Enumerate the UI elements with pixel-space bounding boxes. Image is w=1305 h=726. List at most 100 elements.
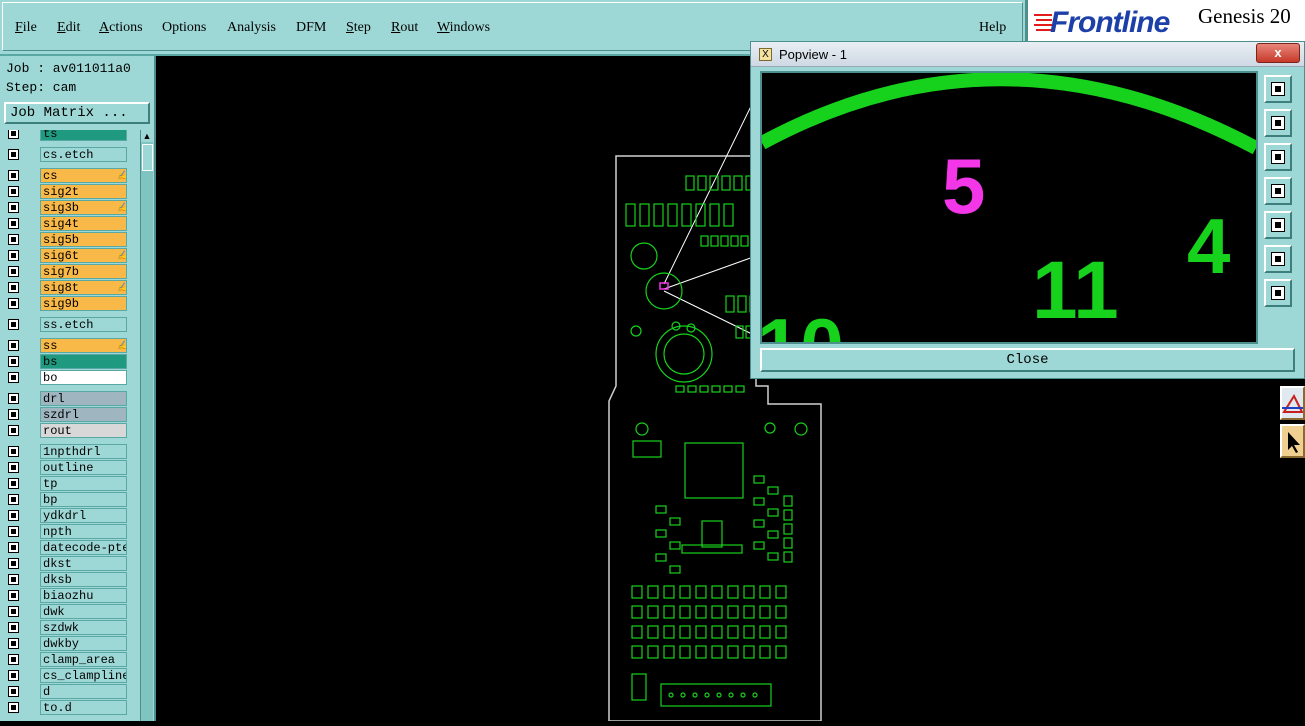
- layer-row-biaozhu[interactable]: biaozhu: [4, 588, 138, 603]
- layer-checkbox[interactable]: [8, 282, 19, 293]
- layer-row-outline[interactable]: outline: [4, 460, 138, 475]
- menu-file[interactable]: File: [15, 20, 37, 36]
- layer-name[interactable]: clamp_area: [40, 652, 127, 667]
- layer-name[interactable]: dkst: [40, 556, 127, 571]
- layer-row-d[interactable]: d: [4, 684, 138, 699]
- layer-name[interactable]: sig5b: [40, 232, 127, 247]
- layer-name[interactable]: sig4t: [40, 216, 127, 231]
- move-right-icon[interactable]: [1264, 211, 1292, 239]
- layer-row-sig7b[interactable]: sig7b: [4, 264, 138, 279]
- layer-row-rout[interactable]: rout: [4, 423, 138, 438]
- layer-row-sig5b[interactable]: sig5b: [4, 232, 138, 247]
- layer-row-sig6t[interactable]: sig6t✍: [4, 248, 138, 263]
- move-down-icon[interactable]: [1264, 143, 1292, 171]
- layer-name[interactable]: sig7b: [40, 264, 127, 279]
- layer-name[interactable]: sig2t: [40, 184, 127, 199]
- layer-row-npth[interactable]: npth: [4, 524, 138, 539]
- layer-name[interactable]: bs: [40, 354, 127, 369]
- menu-options[interactable]: Options: [162, 20, 206, 36]
- layer-name[interactable]: datecode-pte: [40, 540, 127, 555]
- layer-checkbox[interactable]: [8, 149, 19, 160]
- layer-name[interactable]: 1npthdrl: [40, 444, 127, 459]
- menu-edit[interactable]: Edit: [57, 20, 80, 36]
- zoom-icon[interactable]: [1264, 75, 1292, 103]
- layer-row-szdrl[interactable]: szdrl: [4, 407, 138, 422]
- menu-help[interactable]: Help: [979, 20, 1006, 36]
- layer-row-ts[interactable]: ts: [4, 130, 138, 141]
- popview-view[interactable]: 5 11 4 10: [760, 71, 1258, 344]
- layer-row-clamp-area[interactable]: clamp_area: [4, 652, 138, 667]
- layer-row-bp[interactable]: bp: [4, 492, 138, 507]
- layer-checkbox[interactable]: [8, 702, 19, 713]
- layer-row-sig3b[interactable]: sig3b✍: [4, 200, 138, 215]
- layer-row-ss[interactable]: ss✍: [4, 338, 138, 353]
- layer-checkbox[interactable]: [8, 542, 19, 553]
- layer-checkbox[interactable]: [8, 186, 19, 197]
- layer-name[interactable]: sig3b✍: [40, 200, 127, 215]
- menu-analysis[interactable]: Analysis: [227, 20, 276, 36]
- layer-checkbox[interactable]: [8, 686, 19, 697]
- layer-name[interactable]: cs_clamplines: [40, 668, 127, 683]
- layer-name[interactable]: tp: [40, 476, 127, 491]
- layer-checkbox[interactable]: [8, 356, 19, 367]
- layer-row-datecode-pte[interactable]: datecode-pte: [4, 540, 138, 555]
- layer-name[interactable]: ss.etch: [40, 317, 127, 332]
- layer-name[interactable]: bo: [40, 370, 127, 385]
- move-left-icon[interactable]: [1264, 177, 1292, 205]
- layer-name[interactable]: dwk: [40, 604, 127, 619]
- layer-checkbox[interactable]: [8, 558, 19, 569]
- move-up-icon[interactable]: [1264, 109, 1292, 137]
- layer-checkbox[interactable]: [8, 372, 19, 383]
- window-close-button[interactable]: x: [1256, 43, 1300, 63]
- layer-name[interactable]: cs✍: [40, 168, 127, 183]
- layer-checkbox[interactable]: [8, 266, 19, 277]
- layer-row-drl[interactable]: drl: [4, 391, 138, 406]
- layer-checkbox[interactable]: [8, 393, 19, 404]
- layer-checkbox[interactable]: [8, 409, 19, 420]
- layer-row-ss-etch[interactable]: ss.etch: [4, 317, 138, 332]
- layer-row-sig9b[interactable]: sig9b: [4, 296, 138, 311]
- pointer-icon[interactable]: [1280, 424, 1305, 458]
- layer-checkbox[interactable]: [8, 202, 19, 213]
- layer-checkbox[interactable]: [8, 130, 19, 139]
- layer-name[interactable]: szdwk: [40, 620, 127, 635]
- layer-row-dwk[interactable]: dwk: [4, 604, 138, 619]
- layer-row-bo[interactable]: bo: [4, 370, 138, 385]
- layer-checkbox[interactable]: [8, 574, 19, 585]
- layer-checkbox[interactable]: [8, 170, 19, 181]
- layer-name[interactable]: bp: [40, 492, 127, 507]
- layer-name[interactable]: biaozhu: [40, 588, 127, 603]
- layer-name[interactable]: npth: [40, 524, 127, 539]
- layer-row-cs-clamplines[interactable]: cs_clamplines: [4, 668, 138, 683]
- layer-name[interactable]: sig9b: [40, 296, 127, 311]
- layer-row-sig8t[interactable]: sig8t✍: [4, 280, 138, 295]
- layer-row-cs-etch[interactable]: cs.etch: [4, 147, 138, 162]
- layer-name[interactable]: rout: [40, 423, 127, 438]
- layer-checkbox[interactable]: [8, 590, 19, 601]
- layer-checkbox[interactable]: [8, 478, 19, 489]
- layer-row-sig2t[interactable]: sig2t: [4, 184, 138, 199]
- layer-name[interactable]: szdrl: [40, 407, 127, 422]
- layer-scrollbar[interactable]: ▲: [140, 130, 153, 721]
- layer-name[interactable]: to.d: [40, 700, 127, 715]
- layer-row-cs[interactable]: cs✍: [4, 168, 138, 183]
- layer-checkbox[interactable]: [8, 319, 19, 330]
- layer-name[interactable]: ss✍: [40, 338, 127, 353]
- job-matrix-button[interactable]: Job Matrix ...: [4, 102, 150, 124]
- layer-checkbox[interactable]: [8, 654, 19, 665]
- layer-checkbox[interactable]: [8, 446, 19, 457]
- menu-rout[interactable]: Rout: [391, 20, 418, 36]
- layer-name[interactable]: outline: [40, 460, 127, 475]
- layer-checkbox[interactable]: [8, 494, 19, 505]
- layer-row-dkst[interactable]: dkst: [4, 556, 138, 571]
- layer-checkbox[interactable]: [8, 638, 19, 649]
- popview-close-button[interactable]: Close: [760, 348, 1295, 372]
- menu-dfm[interactable]: DFM: [296, 20, 326, 36]
- layer-name[interactable]: drl: [40, 391, 127, 406]
- layer-row-bs[interactable]: bs: [4, 354, 138, 369]
- layer-checkbox[interactable]: [8, 250, 19, 261]
- layer-name[interactable]: sig6t✍: [40, 248, 127, 263]
- layer-row-sig4t[interactable]: sig4t: [4, 216, 138, 231]
- menu-windows[interactable]: Windows: [437, 20, 490, 36]
- layer-row-dwkby[interactable]: dwkby: [4, 636, 138, 651]
